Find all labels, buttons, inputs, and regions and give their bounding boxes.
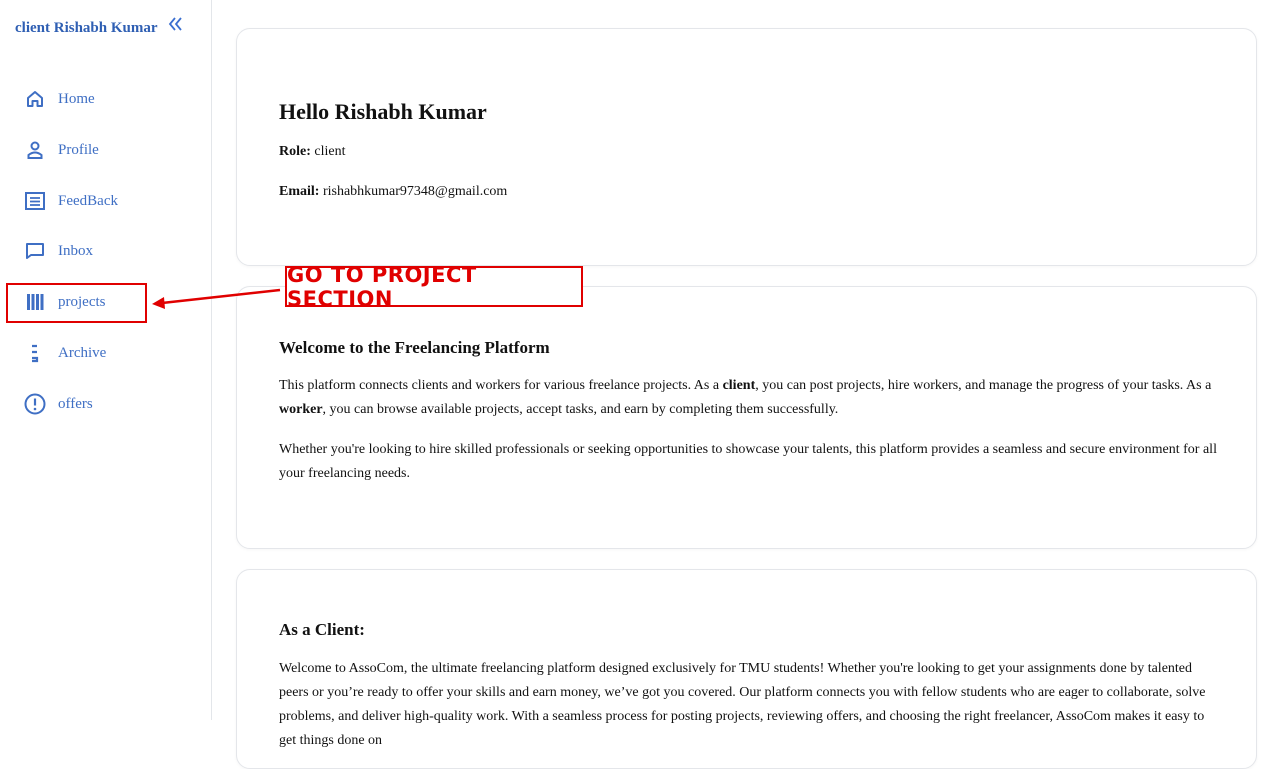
brand-title: client Rishabh Kumar xyxy=(15,20,158,36)
sidebar-item-label: FeedBack xyxy=(58,192,118,209)
client-title: As a Client: xyxy=(279,620,365,639)
message-icon xyxy=(22,238,48,264)
profile-card: Hello Rishabh Kumar Role: client Email: … xyxy=(236,28,1257,266)
annotation-label: GO TO PROJECT SECTION xyxy=(285,263,583,311)
sidebar-item-label: Archive xyxy=(58,344,107,361)
sidebar-item-profile[interactable]: Profile xyxy=(22,135,99,165)
user-icon xyxy=(22,137,48,163)
alert-circle-icon xyxy=(22,391,48,417)
welcome-card: Welcome to the Freelancing Platform This… xyxy=(236,286,1257,549)
sidebar-item-archive[interactable]: Archive xyxy=(22,338,106,368)
double-chevron-left-icon[interactable] xyxy=(167,16,183,36)
client-card: As a Client: Welcome to AssoCom, the ult… xyxy=(236,569,1257,769)
sidebar-item-label: offers xyxy=(58,395,93,412)
sidebar-item-offers[interactable]: offers xyxy=(22,389,93,419)
client-paragraph: Welcome to AssoCom, the ultimate freelan… xyxy=(279,661,1206,748)
welcome-paragraph-1: This platform connects clients and worke… xyxy=(279,378,1212,417)
role-value: client xyxy=(314,144,346,159)
main-content: Hello Rishabh Kumar Role: client Email: … xyxy=(212,0,1280,769)
list-icon xyxy=(22,188,48,214)
sidebar-item-label: Home xyxy=(58,90,95,107)
sidebar-item-home[interactable]: Home xyxy=(22,84,95,114)
email-line: Email: rishabhkumar97348@gmail.com xyxy=(279,184,507,200)
home-icon xyxy=(22,86,48,112)
annotation-highlight-box xyxy=(6,283,147,323)
greeting-heading: Hello Rishabh Kumar xyxy=(279,99,487,124)
sidebar-item-feedback[interactable]: FeedBack xyxy=(22,186,118,216)
email-label: Email: xyxy=(279,184,320,199)
role-line: Role: client xyxy=(279,144,346,160)
sidebar: client Rishabh Kumar Home Profile FeedBa… xyxy=(0,0,212,720)
sidebar-item-label: Profile xyxy=(58,141,99,158)
sidebar-item-label: Inbox xyxy=(58,242,93,259)
archive-icon xyxy=(22,340,48,366)
role-label: Role: xyxy=(279,144,311,159)
welcome-paragraph-2: Whether you're looking to hire skilled p… xyxy=(279,442,1217,481)
welcome-title: Welcome to the Freelancing Platform xyxy=(279,338,550,357)
email-value: rishabhkumar97348@gmail.com xyxy=(322,184,508,199)
sidebar-item-inbox[interactable]: Inbox xyxy=(22,236,93,266)
